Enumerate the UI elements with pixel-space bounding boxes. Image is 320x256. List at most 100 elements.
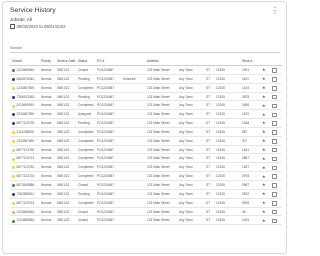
row-checkbox[interactable] <box>272 174 277 180</box>
star-icon[interactable]: ★ <box>262 68 266 72</box>
star-icon[interactable]: ★ <box>262 210 266 214</box>
star-icon[interactable]: ★ <box>262 165 266 170</box>
order-number[interactable]: 6665475440 <box>17 77 35 82</box>
order-number[interactable]: 1224689646 <box>17 210 35 215</box>
table-row[interactable]: 6877123763 Normal 08/01/22 Completed PO12345… <box>10 199 282 208</box>
table-row[interactable]: 3234567890 Normal 08/01/22 Assigned PO123456… <box>10 110 282 120</box>
table-row[interactable]: 6877123734 Normal 08/01/22 Completed PO12345… <box>10 172 282 181</box>
priority-cell: Normal <box>41 112 52 117</box>
table-row[interactable]: 3215699991 Normal 08/01/22 Completed PO12345… <box>10 101 282 111</box>
town-cell: Any Town <box>179 165 193 170</box>
table-row[interactable]: 6877123783 Normal 08/01/22 Completed PO12345… <box>10 163 282 173</box>
table-row[interactable]: 1234567890 Normal 08/01/22 Completed PO12345… <box>10 84 282 93</box>
order-number[interactable]: 6877123713 <box>17 157 35 161</box>
zip-cell: 12345 <box>216 200 225 205</box>
star-icon[interactable]: ★ <box>262 95 266 99</box>
row-checkbox[interactable] <box>272 156 277 162</box>
row-checkbox[interactable] <box>272 200 277 206</box>
star-icon[interactable]: ★ <box>262 121 266 125</box>
col-po[interactable]: PO # <box>97 59 104 64</box>
order-number[interactable]: 3215699991 <box>17 104 35 108</box>
star-icon[interactable]: ★ <box>262 103 266 108</box>
row-checkbox[interactable] <box>272 218 277 224</box>
row-checkbox[interactable] <box>272 183 277 188</box>
col-service-date[interactable]: Service Date <box>57 59 75 64</box>
order-number[interactable]: 6877123763 <box>17 201 35 206</box>
table-row[interactable]: 6877123795 Normal 08/01/22 Pending PO1234567… <box>10 119 282 128</box>
row-checkbox[interactable] <box>272 77 277 82</box>
table-row[interactable]: 7352658831 Normal 08/01/22 Pending PO1234567… <box>10 190 282 199</box>
order-number[interactable]: 6877123734 <box>17 175 35 179</box>
row-checkbox[interactable] <box>272 112 277 118</box>
address-cell: 123 Main Street <box>147 200 170 205</box>
row-checkbox[interactable] <box>272 94 277 100</box>
status-cell: Completed <box>78 174 94 179</box>
star-icon[interactable]: ★ <box>262 201 266 205</box>
table-row[interactable]: 6877123713 Normal 08/01/22 Completed PO12345… <box>10 154 282 164</box>
table-row[interactable]: 7356912365 Normal 08/01/22 Pending PO1234567… <box>10 93 282 102</box>
star-icon[interactable]: ★ <box>262 112 266 117</box>
order-number[interactable]: 1224689646 <box>17 219 35 223</box>
row-checkbox[interactable] <box>272 85 277 91</box>
table-row[interactable]: 3111238656 Normal 08/01/22 Completed PO12345… <box>10 128 282 137</box>
kebab-menu-icon[interactable]: ⋮ <box>271 7 279 15</box>
table-row[interactable]: 6877123765 Normal 08/01/22 Completed PO12345… <box>10 146 282 155</box>
star-icon[interactable]: ★ <box>262 218 266 223</box>
star-icon[interactable]: ★ <box>262 157 266 161</box>
order-number[interactable]: 7352658831 <box>17 192 35 197</box>
order-number[interactable]: 1234567890 <box>17 139 35 144</box>
po-cell: PO1234567 <box>97 121 115 126</box>
col-order[interactable]: Order# <box>12 59 22 64</box>
date-range[interactable]: 08/02/2022 to 09/01/2022 <box>10 24 65 29</box>
row-checkbox[interactable] <box>272 165 277 171</box>
order-number[interactable]: 3111238656 <box>17 130 34 135</box>
star-icon[interactable]: ★ <box>262 86 266 90</box>
order-number[interactable]: 6873545886 <box>17 183 35 188</box>
star-icon[interactable]: ★ <box>262 174 266 179</box>
col-priority[interactable]: Priority <box>41 59 51 64</box>
row-checkbox[interactable] <box>272 68 277 73</box>
row-checkbox[interactable] <box>272 192 277 197</box>
address-cell: 123 Main Street <box>147 121 170 126</box>
order-number[interactable]: 7356912365 <box>17 95 35 100</box>
col-store[interactable]: Store # ↑ <box>242 59 255 64</box>
table-row[interactable]: 6665475440 Normal 08/01/22 Pending PO1234567… <box>10 75 282 84</box>
star-icon[interactable]: ★ <box>262 148 266 152</box>
row-checkbox[interactable] <box>272 121 277 126</box>
status-dot-icon <box>12 210 15 214</box>
col-status[interactable]: Status <box>78 59 87 64</box>
table-row[interactable]: 1224689646 Normal 08/01/22 Closed PO1234567 1… <box>10 66 282 75</box>
po-cell: PO1234567 <box>97 147 115 152</box>
row-checkbox[interactable] <box>272 130 277 135</box>
order-number[interactable]: 1234567890 <box>17 86 35 91</box>
table-row[interactable]: 1224689646 Normal 08/01/22 Closed PO1234567 1… <box>10 216 282 226</box>
address-cell: 123 Main Street <box>147 85 170 90</box>
order-number[interactable]: 3234567890 <box>17 113 35 117</box>
order-number[interactable]: 6877123765 <box>17 148 35 153</box>
address-cell: 123 Main Street <box>147 209 170 214</box>
table-row[interactable]: 6873545886 Normal 08/01/22 Closed PO1234567 1… <box>10 181 282 190</box>
order-number[interactable]: 1224689646 <box>17 68 35 73</box>
zip-cell: 12345 <box>216 94 225 99</box>
row-checkbox[interactable] <box>272 103 277 109</box>
search-input[interactable] <box>10 52 280 53</box>
star-icon[interactable]: ★ <box>262 130 266 134</box>
status-dot-icon <box>12 104 15 108</box>
table-row[interactable]: 1234567890 Normal 08/01/22 Completed PO12345… <box>10 137 282 146</box>
status-dot-icon <box>12 201 15 205</box>
order-number[interactable]: 6877123795 <box>17 121 35 126</box>
row-checkbox[interactable] <box>272 209 277 215</box>
row-checkbox[interactable] <box>272 139 277 144</box>
star-icon[interactable]: ★ <box>262 77 266 81</box>
priority-cell: Normal <box>41 156 52 161</box>
town-cell: Any Town <box>179 76 193 81</box>
table-row[interactable]: 1224689646 Normal 08/01/22 Closed PO1234567 1… <box>10 208 282 217</box>
order-number[interactable]: 6877123783 <box>17 166 35 170</box>
col-address[interactable]: Address <box>147 59 159 64</box>
status-dot-icon <box>12 166 15 170</box>
zip-cell: 12345 <box>216 182 225 187</box>
star-icon[interactable]: ★ <box>262 183 266 187</box>
star-icon[interactable]: ★ <box>262 192 266 196</box>
star-icon[interactable]: ★ <box>262 139 266 143</box>
row-checkbox[interactable] <box>272 147 277 153</box>
